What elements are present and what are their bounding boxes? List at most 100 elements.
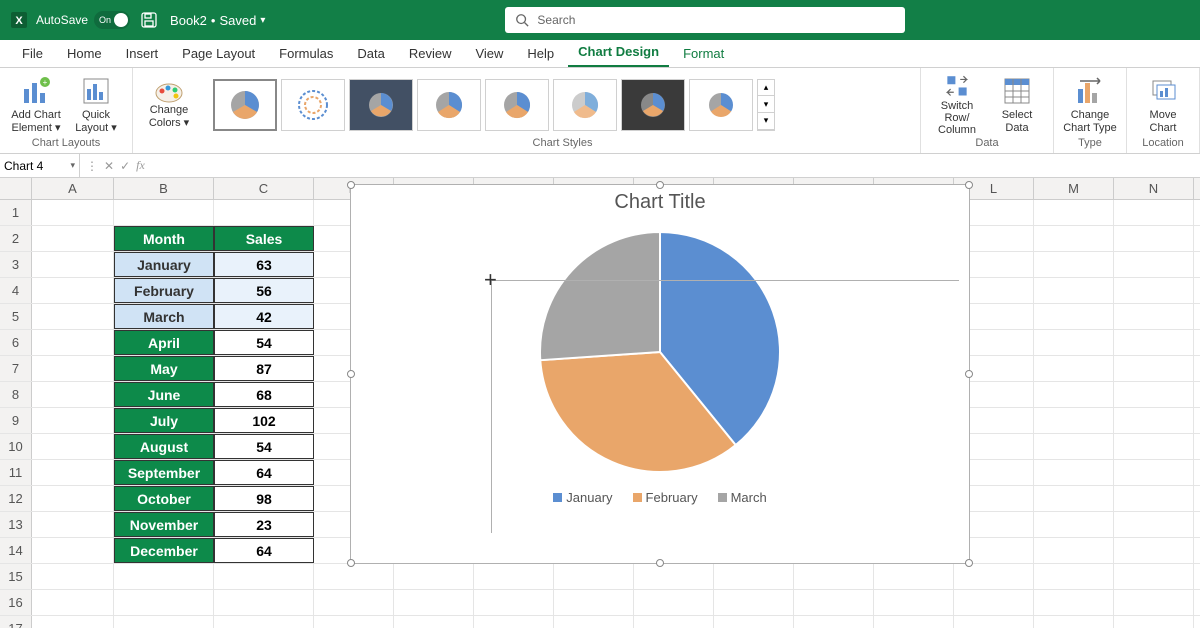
row-header[interactable]: 9 <box>0 408 32 433</box>
cell[interactable] <box>714 616 794 628</box>
cell[interactable] <box>214 200 314 225</box>
chart-style-7[interactable] <box>621 79 685 131</box>
column-header[interactable]: N <box>1114 178 1194 199</box>
cell[interactable] <box>1114 330 1194 355</box>
cell[interactable] <box>32 434 114 459</box>
chart-style-2[interactable] <box>281 79 345 131</box>
toggle-switch-icon[interactable]: On <box>94 11 130 29</box>
cell[interactable] <box>1114 356 1194 381</box>
cell[interactable] <box>1114 304 1194 329</box>
cell[interactable] <box>1034 538 1114 563</box>
cell[interactable] <box>1034 408 1114 433</box>
chart-title[interactable]: Chart Title <box>351 191 969 214</box>
cell[interactable] <box>1034 512 1114 537</box>
name-box[interactable]: Chart 4 ▾ <box>0 154 80 177</box>
cell[interactable]: March <box>114 304 214 329</box>
switch-row-column-button[interactable]: Switch Row/ Column <box>929 73 985 137</box>
cell[interactable]: June <box>114 382 214 407</box>
cell[interactable] <box>32 538 114 563</box>
select-all-cell[interactable] <box>0 178 32 199</box>
cell[interactable] <box>1034 434 1114 459</box>
cell[interactable]: August <box>114 434 214 459</box>
cell[interactable]: September <box>114 460 214 485</box>
cell[interactable] <box>214 590 314 615</box>
column-header[interactable]: C <box>214 178 314 199</box>
cell[interactable]: 23 <box>214 512 314 537</box>
column-header[interactable]: M <box>1034 178 1114 199</box>
cell[interactable] <box>394 564 474 589</box>
save-icon[interactable] <box>140 11 158 29</box>
cell[interactable] <box>32 330 114 355</box>
tab-formulas[interactable]: Formulas <box>269 42 343 67</box>
cell[interactable] <box>32 356 114 381</box>
cell[interactable] <box>1114 252 1194 277</box>
cell[interactable] <box>1034 278 1114 303</box>
cell[interactable] <box>1114 460 1194 485</box>
cell[interactable]: July <box>114 408 214 433</box>
cell[interactable] <box>714 564 794 589</box>
cell[interactable] <box>794 564 874 589</box>
cell[interactable] <box>314 616 394 628</box>
cell[interactable]: October <box>114 486 214 511</box>
change-chart-type-button[interactable]: Change Chart Type <box>1062 73 1118 137</box>
add-chart-element-button[interactable]: + Add Chart Element ▾ <box>8 73 64 137</box>
chart-style-8[interactable] <box>689 79 753 131</box>
fx-icon[interactable]: fx <box>136 158 145 173</box>
cell[interactable] <box>314 564 394 589</box>
cell[interactable] <box>114 616 214 628</box>
cell[interactable] <box>794 590 874 615</box>
cell[interactable]: 54 <box>214 434 314 459</box>
row-header[interactable]: 11 <box>0 460 32 485</box>
cell[interactable] <box>1034 330 1114 355</box>
cell[interactable] <box>214 564 314 589</box>
row-header[interactable]: 7 <box>0 356 32 381</box>
tab-page-layout[interactable]: Page Layout <box>172 42 265 67</box>
row-header[interactable]: 14 <box>0 538 32 563</box>
cell[interactable] <box>1114 200 1194 225</box>
filename-dropdown[interactable]: Book2 • Saved ▾ <box>170 13 265 28</box>
cell[interactable] <box>1034 356 1114 381</box>
cell[interactable]: 64 <box>214 460 314 485</box>
cell[interactable] <box>1114 512 1194 537</box>
cell[interactable] <box>1114 226 1194 251</box>
change-colors-button[interactable]: Change Colors ▾ <box>141 73 197 137</box>
cell[interactable] <box>1114 564 1194 589</box>
legend-item[interactable]: February <box>633 490 698 505</box>
cell[interactable] <box>714 590 794 615</box>
chart-style-4[interactable] <box>417 79 481 131</box>
chart-style-3[interactable] <box>349 79 413 131</box>
cell[interactable]: 42 <box>214 304 314 329</box>
row-header[interactable]: 16 <box>0 590 32 615</box>
cell[interactable] <box>954 616 1034 628</box>
legend-item[interactable]: January <box>553 490 612 505</box>
quick-layout-button[interactable]: Quick Layout ▾ <box>68 73 124 137</box>
cell[interactable] <box>32 460 114 485</box>
chart-legend[interactable]: JanuaryFebruaryMarch <box>351 490 969 505</box>
cell[interactable] <box>32 590 114 615</box>
chart-styles-more[interactable]: ▴▾▾ <box>757 79 775 131</box>
autosave-toggle[interactable]: AutoSave On <box>36 11 130 29</box>
cell[interactable] <box>1114 434 1194 459</box>
cell[interactable] <box>554 616 634 628</box>
cell[interactable] <box>394 616 474 628</box>
cell[interactable] <box>474 590 554 615</box>
cell[interactable] <box>634 590 714 615</box>
column-header[interactable]: B <box>114 178 214 199</box>
cell[interactable] <box>214 616 314 628</box>
cell[interactable] <box>32 408 114 433</box>
row-header[interactable]: 3 <box>0 252 32 277</box>
cell[interactable] <box>32 252 114 277</box>
search-box[interactable]: Search <box>505 7 905 33</box>
cell[interactable] <box>554 590 634 615</box>
cell[interactable] <box>874 564 954 589</box>
cell[interactable]: 63 <box>214 252 314 277</box>
chart-style-5[interactable] <box>485 79 549 131</box>
cell[interactable] <box>1034 200 1114 225</box>
row-header[interactable]: 8 <box>0 382 32 407</box>
cell[interactable] <box>32 382 114 407</box>
cell[interactable]: 56 <box>214 278 314 303</box>
move-chart-button[interactable]: Move Chart <box>1135 73 1191 137</box>
cell[interactable] <box>1114 538 1194 563</box>
cell[interactable] <box>954 564 1034 589</box>
cell[interactable] <box>114 564 214 589</box>
